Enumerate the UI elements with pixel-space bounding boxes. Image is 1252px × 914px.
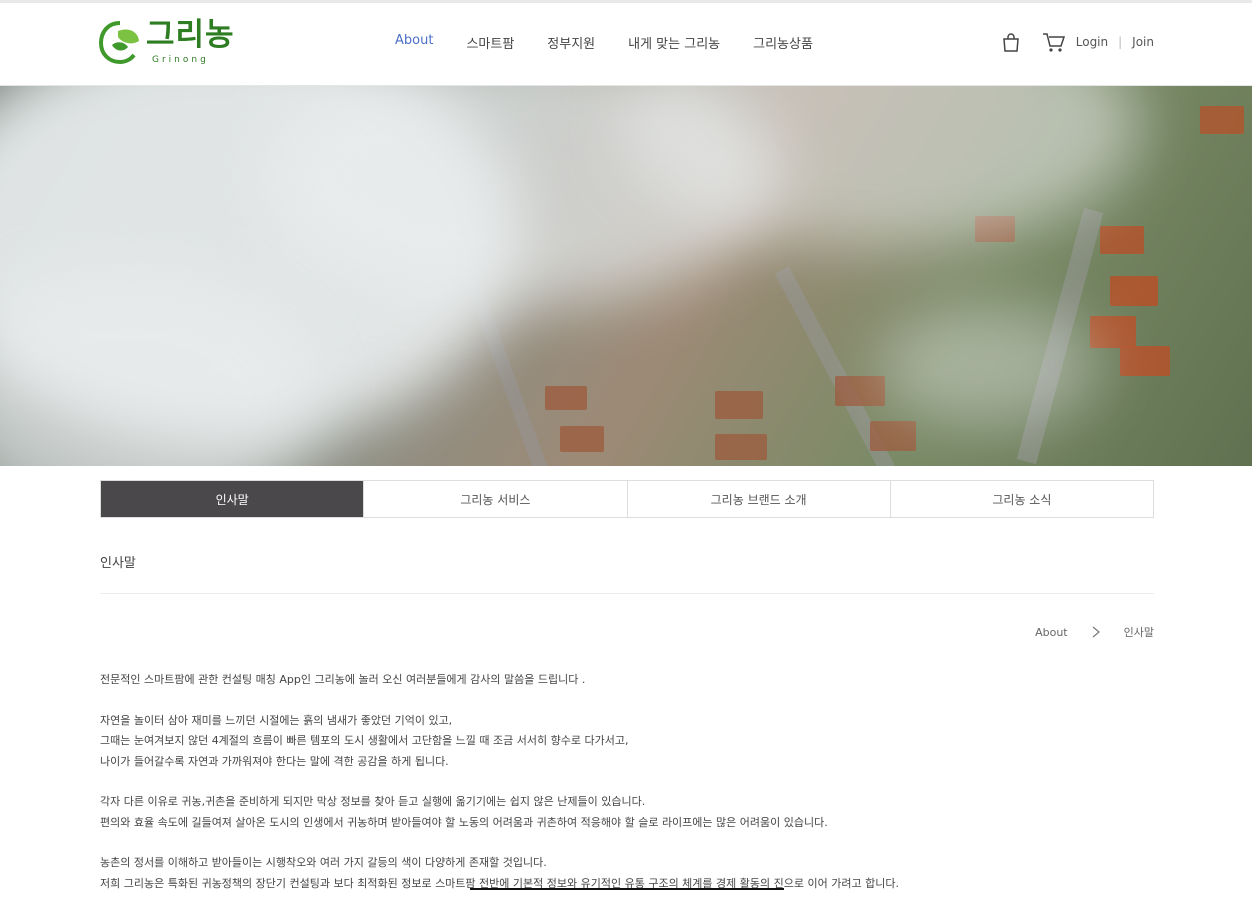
- brand-name: 그리농: [146, 17, 235, 53]
- text-line: 편의와 효율 속도에 길들여져 살아온 도시의 인생에서 귀농하며 받아들여야 …: [100, 815, 828, 829]
- greeting-content: 전문적인 스마트팜에 관한 컨설팅 매칭 App인 그리농에 놀러 오신 여러분…: [100, 670, 1154, 914]
- page-title: 인사말: [100, 556, 136, 571]
- tab-grinong-service[interactable]: 그리농 서비스: [364, 481, 628, 517]
- nav-item-about[interactable]: About: [395, 33, 433, 52]
- hero-banner-image: [0, 86, 1252, 466]
- text-line: 전문적인 스마트팜에 관한 컨설팅 매칭 App인 그리농에 놀러 오신 여러분…: [100, 673, 586, 686]
- highlight-underline: [470, 888, 784, 890]
- cart-icon[interactable]: [1042, 31, 1066, 53]
- breadcrumb-current: 인사말: [1123, 626, 1154, 639]
- tab-news[interactable]: 그리농 소식: [891, 481, 1153, 517]
- breadcrumb: About 인사말: [1035, 624, 1154, 640]
- tab-brand-intro[interactable]: 그리농 브랜드 소개: [628, 481, 891, 517]
- paragraph: 자연을 놀이터 삼아 재미를 느끼던 시절에는 흙의 냄새가 좋았던 기억이 있…: [100, 711, 1154, 773]
- paragraph: 각자 다른 이유로 귀농,귀촌을 준비하게 되지만 막상 정보를 찾아 듣고 실…: [100, 792, 1154, 833]
- header-utility: Login | Join: [1000, 31, 1154, 53]
- sub-tab-bar: 인사말 그리농 서비스 그리농 브랜드 소개 그리농 소식: [100, 480, 1154, 518]
- brand-logo[interactable]: 그리농 Grinong: [98, 17, 248, 73]
- nav-item-products[interactable]: 그리농상품: [753, 33, 813, 52]
- text-line: 각자 다른 이유로 귀농,귀촌을 준비하게 되지만 막상 정보를 찾아 듣고 실…: [100, 795, 646, 808]
- text-line: 그때는 눈여겨보지 않던 4계절의 흐름이 빠른 템포의 도시 생활에서 고단함…: [100, 734, 629, 747]
- join-link[interactable]: Join: [1132, 35, 1154, 49]
- chevron-right-icon: [1092, 626, 1100, 638]
- nav-item-government-support[interactable]: 정부지원: [547, 33, 595, 52]
- text-line: 농촌의 정서를 이해하고 받아들이는 시행착오와 여러 가지 갈등의 색이 다양…: [100, 856, 547, 869]
- leaf-logo-icon: [98, 21, 139, 65]
- shopping-bag-icon[interactable]: [1000, 31, 1022, 53]
- site-header: 그리농 Grinong About 스마트팜 정부지원 내게 맞는 그리농 그리…: [0, 3, 1252, 86]
- text-line: 자연을 놀이터 삼아 재미를 느끼던 시절에는 흙의 냄새가 좋았던 기억이 있…: [100, 713, 453, 727]
- breadcrumb-about[interactable]: About: [1035, 626, 1068, 639]
- paragraph: 전문적인 스마트팜에 관한 컨설팅 매칭 App인 그리농에 놀러 오신 여러분…: [100, 670, 1154, 691]
- text-line: 나이가 들어갈수록 자연과 가까워져야 한다는 말에 격한 공감을 하게 됩니다…: [100, 754, 449, 768]
- brand-subtitle: Grinong: [152, 55, 209, 65]
- divider: [100, 593, 1154, 594]
- main-nav: About 스마트팜 정부지원 내게 맞는 그리농 그리농상품: [395, 33, 846, 52]
- tab-greeting[interactable]: 인사말: [101, 481, 365, 517]
- login-link[interactable]: Login: [1076, 35, 1108, 49]
- nav-item-smartfarm[interactable]: 스마트팜: [466, 33, 514, 52]
- text-line: 저희 그리농은 특화된 귀농정책의 장단기 컨설팅과 보다 최적화된 정보로 스…: [100, 876, 899, 890]
- util-separator: |: [1118, 35, 1123, 49]
- nav-item-my-grinong[interactable]: 내게 맞는 그리농: [628, 33, 720, 52]
